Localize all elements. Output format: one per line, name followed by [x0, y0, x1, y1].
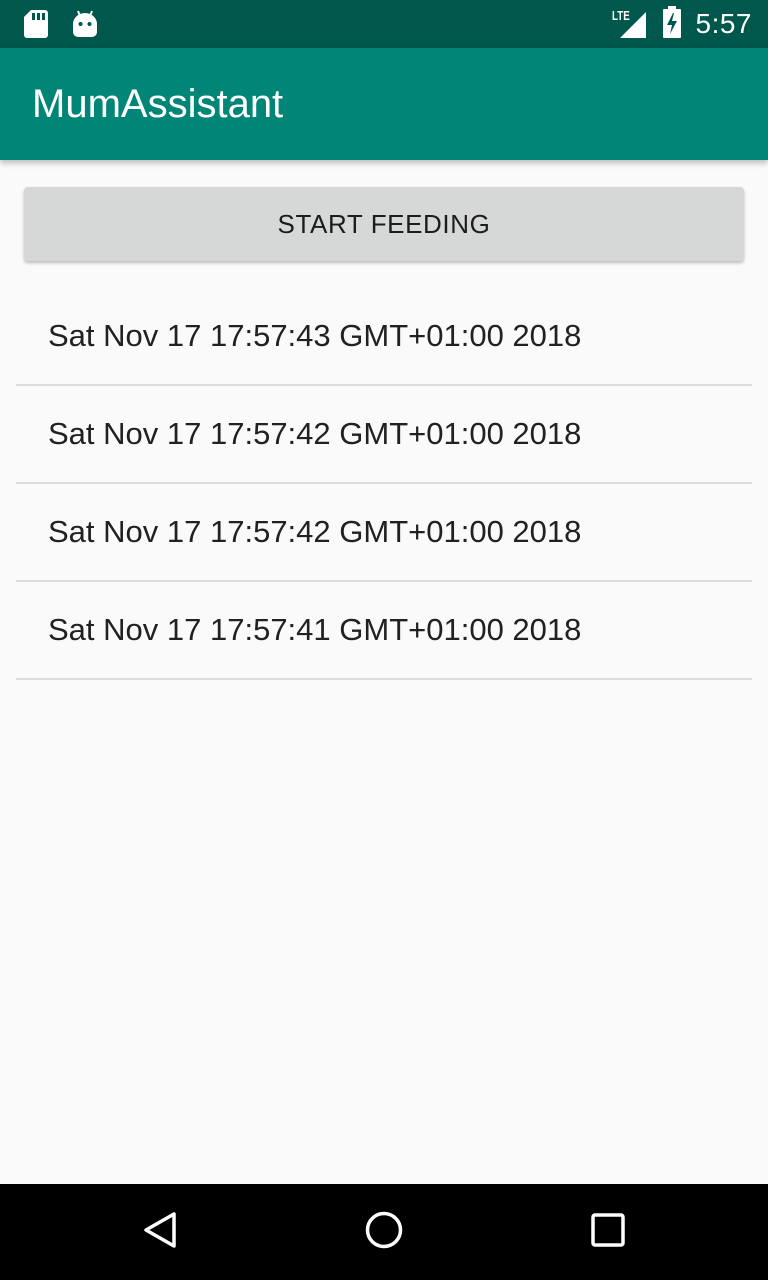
lte-signal-icon: LTE — [612, 8, 648, 40]
notification-icons — [24, 10, 98, 43]
clock: 5:57 — [695, 8, 752, 39]
home-icon — [364, 1210, 404, 1255]
android-icon — [72, 10, 98, 43]
list-item[interactable]: Sat Nov 17 17:57:41 GMT+01:00 2018 — [16, 582, 752, 680]
app-title: MumAssistant — [32, 82, 284, 126]
back-icon — [140, 1210, 180, 1255]
back-button[interactable] — [136, 1208, 184, 1256]
main-content: START FEEDING Sat Nov 17 17:57:43 GMT+01… — [0, 160, 768, 1184]
app-bar: MumAssistant — [0, 48, 768, 160]
list-item[interactable]: Sat Nov 17 17:57:42 GMT+01:00 2018 — [16, 484, 752, 582]
feeding-timestamp: Sat Nov 17 17:57:42 GMT+01:00 2018 — [48, 514, 582, 549]
recents-icon — [588, 1210, 628, 1255]
list-item[interactable]: Sat Nov 17 17:57:43 GMT+01:00 2018 — [16, 288, 752, 386]
home-button[interactable] — [360, 1208, 408, 1256]
feeding-list[interactable]: Sat Nov 17 17:57:43 GMT+01:00 2018 Sat N… — [16, 288, 752, 680]
status-bar: LTE 5:57 — [0, 0, 768, 48]
navigation-bar — [0, 1184, 768, 1280]
feeding-timestamp: Sat Nov 17 17:57:42 GMT+01:00 2018 — [48, 416, 582, 451]
list-item[interactable]: Sat Nov 17 17:57:42 GMT+01:00 2018 — [16, 386, 752, 484]
system-status-icons: LTE 5:57 — [612, 5, 753, 43]
start-feeding-button[interactable]: START FEEDING — [24, 187, 744, 261]
recents-button[interactable] — [584, 1208, 632, 1256]
feeding-timestamp: Sat Nov 17 17:57:41 GMT+01:00 2018 — [48, 612, 582, 647]
battery-charging-icon — [662, 5, 682, 43]
feeding-timestamp: Sat Nov 17 17:57:43 GMT+01:00 2018 — [48, 318, 582, 353]
sd-card-icon — [24, 10, 48, 43]
